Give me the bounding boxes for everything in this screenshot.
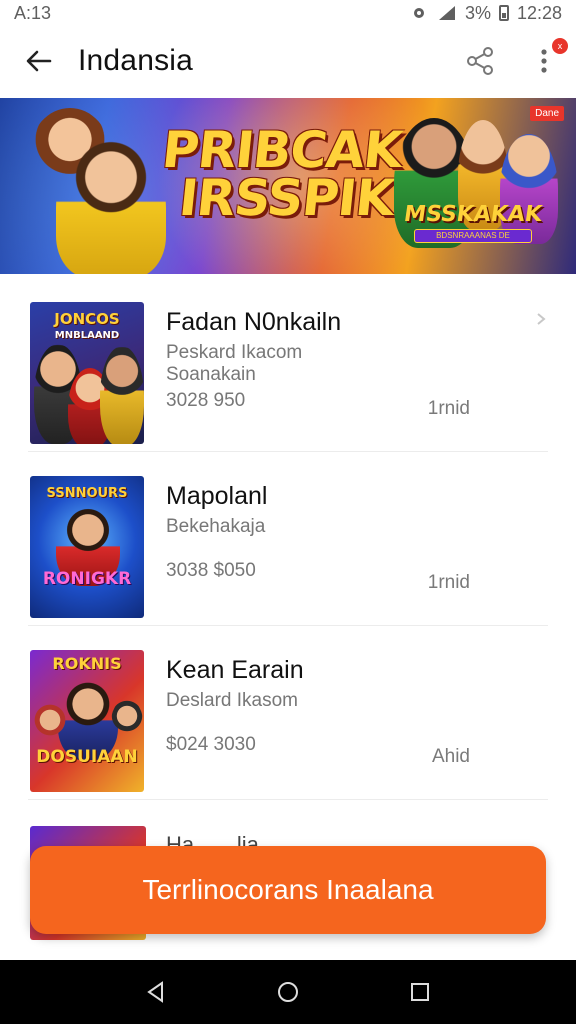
game-developer: Peskard Ikacom bbox=[166, 342, 303, 363]
status-right-group: 3% 12:28 bbox=[409, 3, 562, 24]
banner-headline-line1: PRIBCAK bbox=[159, 121, 405, 179]
game-price: 3038 $050 bbox=[166, 560, 256, 581]
game-name: Fadan N0nkailn bbox=[166, 308, 342, 336]
game-thumbnail: ROKNIS DOSUIAAN bbox=[30, 650, 144, 792]
nav-home-button[interactable] bbox=[268, 972, 308, 1012]
triangle-back-icon bbox=[147, 981, 163, 1003]
battery-percent: 3% bbox=[464, 2, 491, 23]
game-developer: Bekehakaja bbox=[166, 516, 266, 537]
thumb-caption-sub: RONIGKR bbox=[42, 569, 132, 589]
app-screen: A:13 3% 12:28 Indansia x PRIBCAK IRSSPIK… bbox=[0, 0, 576, 1024]
share-icon bbox=[467, 47, 493, 75]
thumb-caption: JONCOS bbox=[54, 310, 120, 328]
app-bar: Indansia x bbox=[0, 26, 576, 96]
circle-home-icon bbox=[278, 982, 298, 1002]
status-bar: A:13 3% 12:28 bbox=[0, 0, 576, 26]
more-options-button[interactable]: x bbox=[512, 26, 576, 96]
back-button[interactable] bbox=[0, 26, 78, 96]
game-thumbnail: JONCOS MNBLAAND bbox=[30, 302, 144, 444]
arrow-left-icon bbox=[26, 50, 52, 72]
game-genre: Soanakain bbox=[166, 364, 256, 385]
game-meta: 1rnid bbox=[427, 572, 470, 593]
banner-logo-title: MSSKAKAK bbox=[402, 202, 544, 227]
status-clock: 12:28 bbox=[516, 2, 562, 23]
game-meta: 1rnid bbox=[427, 398, 470, 419]
thumb-caption-sub: MNBLAAND bbox=[54, 330, 120, 341]
primary-action-button[interactable]: Terrlinocorans Inaalana bbox=[30, 846, 546, 934]
list-item[interactable]: ROKNIS DOSUIAAN Kean Earain Deslard Ikas… bbox=[28, 626, 548, 800]
battery-icon bbox=[498, 5, 509, 21]
thumb-caption: SSNNOURS bbox=[46, 486, 128, 501]
share-button[interactable] bbox=[448, 26, 512, 96]
nav-recents-button[interactable] bbox=[400, 972, 440, 1012]
banner-logo-sub: BDSNRAAANAS DE bbox=[414, 229, 532, 243]
settings-gear-icon bbox=[413, 8, 424, 18]
game-price: 3028 950 bbox=[166, 390, 246, 411]
banner-hero-main bbox=[56, 138, 166, 274]
promo-banner[interactable]: PRIBCAK IRSSPIK! MSSKAKAK BDSNRAAANAS DE… bbox=[0, 98, 576, 274]
signal-icon bbox=[438, 6, 455, 20]
nav-back-button[interactable] bbox=[136, 972, 176, 1012]
square-recents-icon bbox=[411, 983, 429, 1001]
game-name: Kean Earain bbox=[166, 656, 304, 684]
thumb-caption: ROKNIS bbox=[52, 654, 122, 673]
banner-ad-tag: Dane bbox=[530, 106, 564, 121]
chevron-right-icon bbox=[537, 313, 546, 325]
game-meta: Ahid bbox=[431, 746, 470, 767]
system-nav-bar bbox=[0, 960, 576, 1024]
notification-badge: x bbox=[552, 38, 568, 54]
page-title: Indansia bbox=[78, 44, 194, 77]
list-item[interactable]: JONCOS MNBLAAND Fadan N0nkailn Peskard I… bbox=[28, 278, 548, 452]
thumb-character bbox=[100, 346, 144, 444]
banner-headline: PRIBCAK IRSSPIK! bbox=[155, 121, 423, 227]
thumb-caption-sub: DOSUIAAN bbox=[36, 747, 138, 767]
status-time-left: A:13 bbox=[14, 2, 52, 23]
banner-game-logo: MSSKAKAK BDSNRAAANAS DE bbox=[398, 202, 548, 246]
more-vertical-icon bbox=[541, 49, 547, 73]
game-developer: Deslard Ikasom bbox=[166, 690, 298, 711]
banner-headline-line2: IRSSPIK! bbox=[176, 169, 419, 227]
game-list: JONCOS MNBLAAND Fadan N0nkailn Peskard I… bbox=[0, 278, 576, 800]
game-thumbnail: SSNNOURS RONIGKR bbox=[30, 476, 144, 618]
game-price: $024 3030 bbox=[166, 734, 256, 755]
game-name: Mapolanl bbox=[166, 482, 268, 510]
list-item[interactable]: SSNNOURS RONIGKR Mapolanl Bekehakaja 303… bbox=[28, 452, 548, 626]
